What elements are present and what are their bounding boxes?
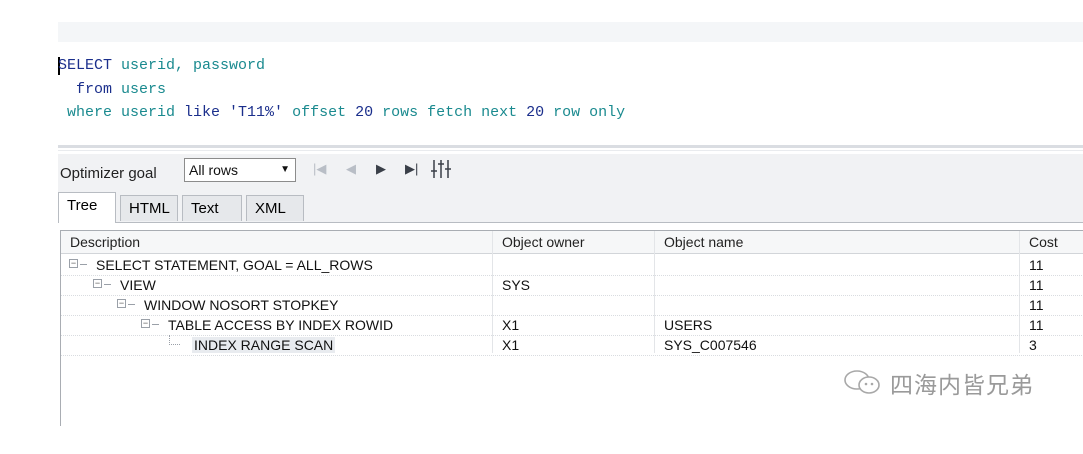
- wechat-icon: [844, 370, 880, 394]
- tab-text[interactable]: Text: [182, 195, 242, 221]
- tree-connector: [80, 264, 87, 265]
- cell-cost: 11: [1029, 317, 1044, 333]
- collapse-toggle-icon[interactable]: −: [141, 319, 150, 328]
- sql-line[interactable]: SELECT userid, password: [58, 54, 625, 78]
- splitter-line: [58, 150, 1083, 151]
- grid-header: Description Object owner Object name Cos…: [61, 231, 1083, 254]
- table-row[interactable]: − TABLE ACCESS BY INDEX ROWID X1 USERS 11: [61, 315, 1083, 336]
- col-object-owner[interactable]: Object owner: [502, 234, 584, 250]
- sql-line[interactable]: from users: [58, 78, 625, 102]
- sql-token: only: [589, 104, 626, 121]
- settings-sliders-icon[interactable]: [430, 158, 452, 183]
- cell-description: TABLE ACCESS BY INDEX ROWID: [168, 317, 394, 333]
- col-cost[interactable]: Cost: [1029, 234, 1058, 250]
- sql-token: where: [58, 104, 122, 121]
- cell-object-name: USERS: [664, 317, 713, 333]
- sql-token: 20: [355, 104, 383, 121]
- collapse-toggle-icon[interactable]: −: [69, 259, 78, 268]
- sql-token: row: [553, 104, 590, 121]
- table-row[interactable]: − VIEW SYS 11: [61, 275, 1083, 296]
- table-row[interactable]: INDEX RANGE SCAN X1 SYS_C007546 3: [61, 335, 1083, 356]
- tree-connector: [169, 335, 180, 345]
- col-object-name[interactable]: Object name: [664, 234, 743, 250]
- optimizer-goal-select[interactable]: All rows ▼: [184, 158, 296, 182]
- sql-token: users: [121, 80, 167, 98]
- next-record-icon[interactable]: ▶: [376, 161, 386, 177]
- sql-token: userid: [121, 104, 185, 121]
- cell-description: VIEW: [120, 277, 156, 293]
- cell-description: SELECT STATEMENT, GOAL = ALL_ROWS: [96, 257, 373, 273]
- tree-connector: [128, 304, 135, 305]
- sql-token: next: [481, 104, 527, 121]
- cell-description: WINDOW NOSORT STOPKEY: [144, 297, 339, 313]
- table-row[interactable]: − SELECT STATEMENT, GOAL = ALL_ROWS 11: [61, 255, 1083, 276]
- tab-xml[interactable]: XML: [246, 195, 304, 221]
- cell-object-owner: X1: [502, 317, 520, 333]
- editor-top-band: [58, 22, 1083, 42]
- sql-token: like: [184, 104, 230, 121]
- tab-tree[interactable]: Tree: [58, 192, 116, 223]
- collapse-toggle-icon[interactable]: −: [117, 299, 126, 308]
- cell-object-owner: SYS: [502, 277, 531, 293]
- sql-editor[interactable]: SELECT userid, password from users where…: [58, 22, 1083, 132]
- sql-token: rows: [382, 104, 428, 121]
- watermark-text: 四海内皆兄弟: [890, 372, 1034, 398]
- cell-cost: 11: [1029, 277, 1044, 293]
- sql-token: offset: [292, 104, 356, 121]
- tab-html[interactable]: HTML: [120, 195, 178, 221]
- sql-token: SELECT: [58, 57, 122, 74]
- sql-line[interactable]: where userid like 'T11%' offset 20 rows …: [58, 101, 625, 125]
- previous-record-icon[interactable]: ◀: [346, 161, 356, 177]
- tree-connector: [104, 284, 111, 285]
- sql-token: fetch: [427, 104, 482, 121]
- tree-connector: [152, 324, 159, 325]
- last-record-icon[interactable]: ▶|: [405, 161, 418, 177]
- optimizer-goal-label: Optimizer goal: [60, 165, 157, 182]
- table-row[interactable]: − WINDOW NOSORT STOPKEY 11: [61, 295, 1083, 316]
- sql-code[interactable]: SELECT userid, password from users where…: [58, 54, 625, 125]
- splitter[interactable]: [58, 145, 1083, 148]
- cell-object-name: SYS_C007546: [664, 337, 757, 353]
- cell-cost: 11: [1029, 297, 1044, 313]
- cell-description: INDEX RANGE SCAN: [192, 337, 336, 353]
- sql-token: from: [58, 80, 122, 98]
- sql-token: 'T11%': [229, 104, 293, 121]
- first-record-icon[interactable]: |◀: [313, 161, 326, 177]
- sql-token: 20: [526, 104, 554, 121]
- plan-toolbar: Optimizer goal All rows ▼ |◀ ◀ ▶ ▶|: [58, 154, 1083, 192]
- output-tabs: Tree HTML Text XML: [58, 192, 1083, 223]
- col-description[interactable]: Description: [70, 234, 140, 250]
- collapse-toggle-icon[interactable]: −: [93, 279, 102, 288]
- sql-token: userid, password: [121, 57, 266, 74]
- optimizer-goal-value: All rows: [189, 162, 239, 178]
- cell-cost: 11: [1029, 257, 1044, 273]
- chevron-down-icon: ▼: [280, 164, 290, 175]
- cell-cost: 3: [1029, 337, 1037, 353]
- cell-object-owner: X1: [502, 337, 520, 353]
